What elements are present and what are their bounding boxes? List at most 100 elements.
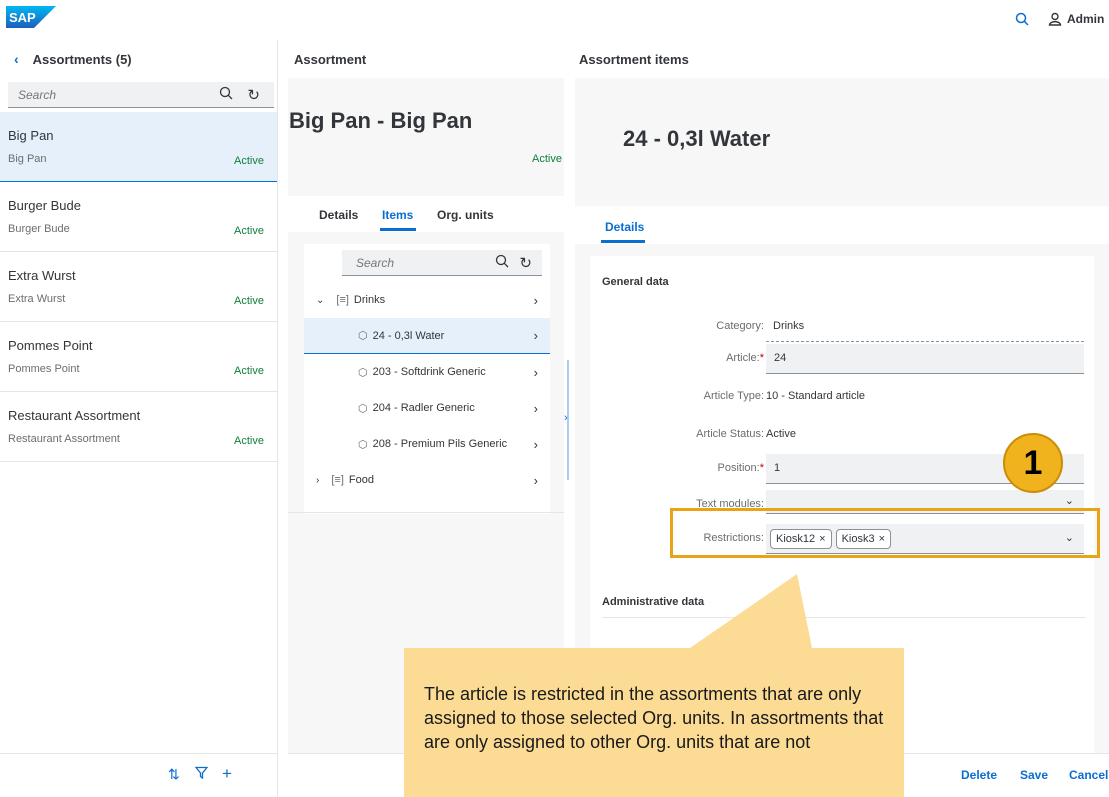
status-badge: Active (234, 365, 264, 377)
cancel-button[interactable]: Cancel (1069, 768, 1108, 782)
refresh-icon[interactable]: ↻ (247, 86, 260, 104)
chevron-right-icon: › (533, 436, 538, 452)
tree-node-item[interactable]: ⬡ 203 - Softdrink Generic › (304, 354, 550, 390)
search-placeholder: Search (18, 87, 57, 102)
active-tab-indicator (601, 240, 645, 243)
panel-header: Assortment (288, 40, 564, 78)
chevron-right-icon: › (533, 472, 538, 488)
article-row: Article:* 24 (590, 344, 1094, 374)
chevron-right-icon: › (533, 328, 538, 343)
field-label: Article Status: (696, 428, 764, 440)
tree-node-food[interactable]: › [≡] Food › (304, 462, 550, 498)
article-input[interactable]: 24 (766, 344, 1084, 374)
sap-logo[interactable]: SAP (6, 6, 56, 28)
column-splitter[interactable]: › (564, 360, 571, 480)
field-label: Article:* (726, 352, 764, 364)
article-icon: ⬡ (358, 366, 368, 379)
chevron-right-icon: › (533, 364, 538, 380)
article-type-row: Article Type: 10 - Standard article (590, 382, 1094, 412)
list-item-title: Big Pan (8, 128, 54, 143)
svg-text:SAP: SAP (9, 10, 36, 25)
tree-search-input[interactable]: Search ↻ (342, 250, 542, 276)
article-value: 24 (774, 352, 787, 364)
status-badge: Active (234, 225, 264, 237)
section-title: Administrative data (602, 596, 705, 608)
tree-node-label: 24 - 0,3l Water (372, 329, 445, 342)
user-name: Admin (1067, 12, 1105, 26)
list-header: ‹ Assortments (5) (0, 40, 277, 78)
article-type-value: 10 - Standard article (766, 390, 866, 402)
list-item-subtitle: Burger Bude (8, 223, 70, 235)
list-item[interactable]: Pommes Point Pommes Point Active (0, 322, 277, 392)
list-item[interactable]: Burger Bude Burger Bude Active (0, 182, 277, 252)
chevron-down-icon[interactable]: ⌄ (1065, 494, 1074, 507)
chevron-right-icon: › (533, 292, 538, 308)
sort-icon[interactable]: ⇅ (168, 766, 180, 783)
save-button[interactable]: Save (1020, 768, 1048, 782)
user-menu[interactable]: Admin (1048, 12, 1104, 26)
status-badge: Active (532, 153, 562, 165)
tree-node-label: Food (348, 474, 374, 486)
refresh-icon[interactable]: ↻ (519, 254, 532, 272)
tab-bar: Details Items Org. units (288, 196, 564, 232)
divider (288, 512, 564, 513)
section-title: General data (602, 276, 669, 288)
search-icon[interactable] (219, 86, 233, 103)
expand-icon[interactable]: › (316, 475, 319, 486)
chevron-right-icon: › (533, 400, 538, 416)
list-item[interactable]: Restaurant Assortment Restaurant Assortm… (0, 392, 277, 462)
tab-org-units[interactable]: Org. units (437, 208, 494, 222)
tree-node-label: 203 - Softdrink Generic (372, 366, 486, 378)
assortment-list: Big Pan Big Pan Active Burger Bude Burge… (0, 112, 277, 462)
object-title: 24 - 0,3l Water (623, 126, 771, 151)
article-icon: ⬡ (358, 438, 368, 451)
tab-details[interactable]: Details (319, 208, 358, 222)
status-badge: Active (234, 435, 264, 447)
tree-node-label: 208 - Premium Pils Generic (372, 438, 508, 450)
list-footer-toolbar: ⇅ + (0, 753, 277, 797)
filter-icon[interactable] (194, 766, 209, 782)
tree-node-drinks[interactable]: ⌄ [≡] Drinks › (304, 282, 550, 318)
list-item-title: Restaurant Assortment (8, 408, 141, 423)
callout-text: The article is restricted in the assortm… (424, 684, 884, 752)
list-item-title: Burger Bude (8, 198, 81, 213)
tab-bar: Details (575, 206, 1109, 244)
add-icon[interactable]: + (222, 764, 232, 784)
active-tab-indicator (380, 228, 416, 231)
tree-node-item[interactable]: ⬡ 24 - 0,3l Water › (304, 318, 550, 354)
list-item-subtitle: Extra Wurst (8, 293, 66, 305)
tab-items[interactable]: Items (382, 208, 413, 222)
search-icon[interactable] (1015, 12, 1029, 29)
collapse-icon[interactable]: ⌄ (316, 295, 324, 306)
list-title: Assortments (5) (32, 51, 132, 67)
tab-details[interactable]: Details (605, 220, 644, 234)
field-label: Article Type: (703, 390, 764, 402)
list-search-input[interactable]: Search ↻ (8, 82, 274, 108)
category-value: Drinks (773, 320, 805, 332)
delete-button[interactable]: Delete (961, 768, 997, 782)
article-icon: ⬡ (358, 330, 368, 342)
list-item-subtitle: Big Pan (8, 153, 47, 165)
list-item-title: Extra Wurst (8, 268, 76, 283)
highlight-frame (670, 508, 1100, 558)
object-title: Big Pan - Big Pan (289, 108, 473, 133)
tree-node-item[interactable]: ⬡ 208 - Premium Pils Generic › (304, 426, 550, 462)
field-label: Category: (716, 320, 764, 332)
chevron-right-icon[interactable]: › (564, 412, 568, 424)
search-icon[interactable] (495, 254, 509, 271)
back-chevron-icon[interactable]: ‹ (14, 51, 19, 67)
list-item[interactable]: Extra Wurst Extra Wurst Active (0, 252, 277, 322)
article-status-value: Active (766, 428, 796, 440)
search-placeholder: Search (356, 255, 395, 270)
tree-node-label: 204 - Radler Generic (372, 402, 475, 414)
items-tree: Search ↻ ⌄ [≡] Drinks › ⬡ 24 - 0,3l Wate… (304, 244, 550, 514)
shell-bar: SAP Admin (0, 0, 1109, 40)
status-badge: Active (234, 295, 264, 307)
user-icon (1048, 12, 1062, 26)
list-item[interactable]: Big Pan Big Pan Active (0, 112, 277, 182)
tree-node-item[interactable]: ⬡ 204 - Radler Generic › (304, 390, 550, 426)
status-badge: Active (234, 155, 264, 167)
list-item-subtitle: Pommes Point (8, 363, 80, 375)
assortment-list-panel: ‹ Assortments (5) Search ↻ Big Pan Big P… (0, 40, 278, 797)
list-item-title: Pommes Point (8, 338, 93, 353)
